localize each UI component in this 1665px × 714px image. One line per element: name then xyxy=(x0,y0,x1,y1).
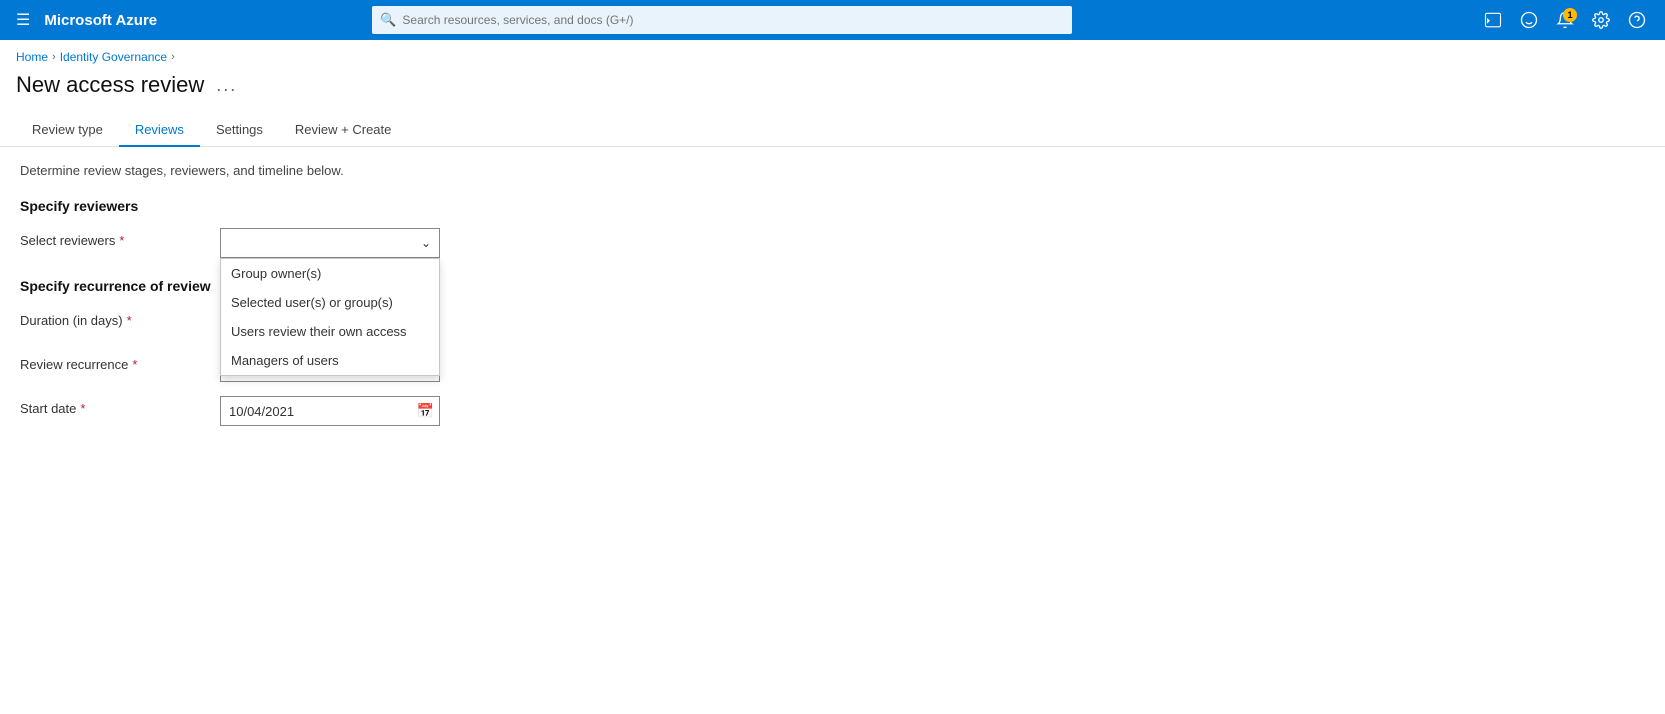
select-reviewers-row: Select reviewers * ⌄ Group owner(s) Sele… xyxy=(20,228,1645,258)
tab-review-create[interactable]: Review + Create xyxy=(279,114,407,147)
main-content: Determine review stages, reviewers, and … xyxy=(0,147,1665,456)
app-title: Microsoft Azure xyxy=(44,12,157,29)
start-date-row: Start date * 📅 xyxy=(20,396,1645,426)
breadcrumb-sep-1: › xyxy=(52,51,56,63)
topbar: ☰ Microsoft Azure 🔍 1 xyxy=(0,0,1665,40)
breadcrumb-sep-2: › xyxy=(171,51,175,63)
hamburger-icon[interactable]: ☰ xyxy=(12,6,34,34)
page-header: New access review ... xyxy=(0,68,1665,114)
review-recurrence-label: Review recurrence * xyxy=(20,352,220,372)
search-container: 🔍 xyxy=(372,6,1072,34)
breadcrumb-home[interactable]: Home xyxy=(16,50,48,64)
help-icon[interactable] xyxy=(1621,4,1653,36)
select-reviewers-label: Select reviewers * xyxy=(20,228,220,248)
start-date-required-mark: * xyxy=(80,401,85,416)
notifications-icon[interactable]: 1 xyxy=(1549,4,1581,36)
content-description: Determine review stages, reviewers, and … xyxy=(20,163,1645,178)
feedback-icon[interactable] xyxy=(1513,4,1545,36)
start-date-input[interactable] xyxy=(220,396,440,426)
breadcrumb: Home › Identity Governance › xyxy=(0,40,1665,68)
dropdown-item-users-own-access[interactable]: Users review their own access xyxy=(221,317,439,346)
duration-required-mark: * xyxy=(127,313,132,328)
dropdown-button[interactable]: ⌄ xyxy=(220,228,440,258)
tab-settings[interactable]: Settings xyxy=(200,114,279,147)
start-date-container: 📅 xyxy=(220,396,440,426)
tab-review-type[interactable]: Review type xyxy=(16,114,119,147)
dropdown-menu: Group owner(s) Selected user(s) or group… xyxy=(220,258,440,376)
dropdown-item-selected-users[interactable]: Selected user(s) or group(s) xyxy=(221,288,439,317)
search-input[interactable] xyxy=(372,6,1072,34)
start-date-label: Start date * xyxy=(20,396,220,416)
required-mark: * xyxy=(119,233,124,248)
search-icon: 🔍 xyxy=(380,12,396,28)
specify-reviewers-heading: Specify reviewers xyxy=(20,198,1645,214)
page-menu-button[interactable]: ... xyxy=(216,75,237,96)
tabs-container: Review type Reviews Settings Review + Cr… xyxy=(0,114,1665,147)
tab-reviews[interactable]: Reviews xyxy=(119,114,200,147)
recurrence-required-mark: * xyxy=(132,357,137,372)
chevron-down-icon: ⌄ xyxy=(421,236,431,250)
notification-badge: 1 xyxy=(1563,8,1577,22)
dropdown-item-group-owners[interactable]: Group owner(s) xyxy=(221,259,439,288)
page-title: New access review xyxy=(16,72,204,98)
dropdown-item-managers[interactable]: Managers of users xyxy=(221,346,439,375)
breadcrumb-identity-governance[interactable]: Identity Governance xyxy=(60,50,167,64)
select-reviewers-dropdown[interactable]: ⌄ Group owner(s) Selected user(s) or gro… xyxy=(220,228,440,258)
settings-icon[interactable] xyxy=(1585,4,1617,36)
duration-label: Duration (in days) * xyxy=(20,308,220,328)
topbar-icons: 1 xyxy=(1477,4,1653,36)
cloud-shell-icon[interactable] xyxy=(1477,4,1509,36)
